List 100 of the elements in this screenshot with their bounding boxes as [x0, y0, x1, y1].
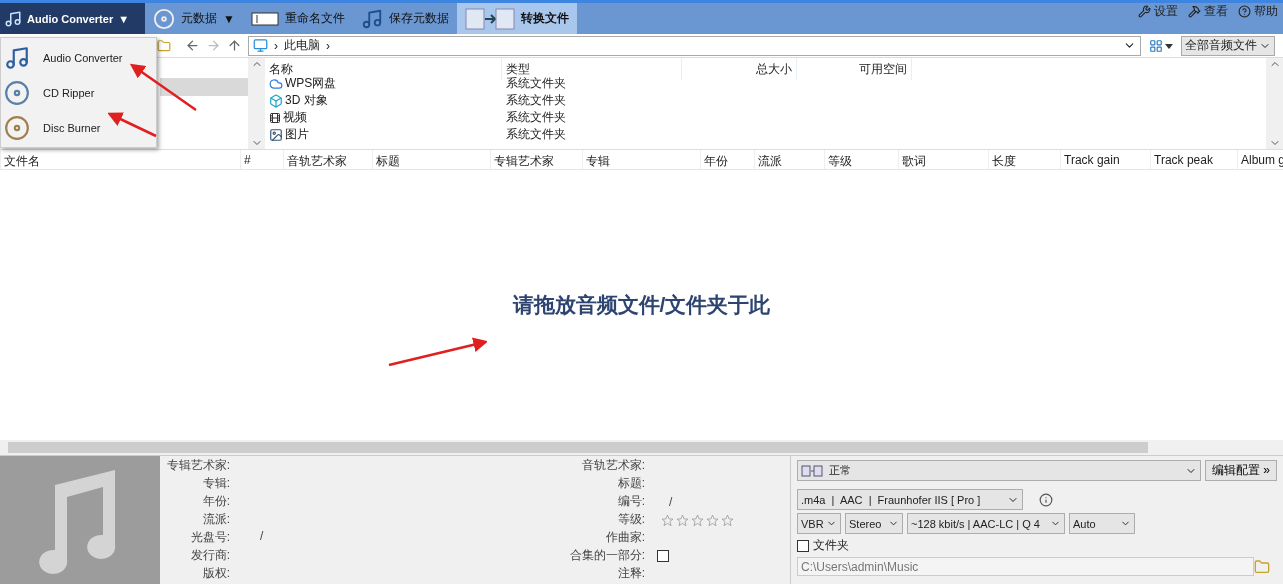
disc-icon: [153, 7, 175, 30]
tag-label: 光盘号:: [189, 529, 230, 546]
column-header[interactable]: 标题: [372, 150, 490, 169]
column-header[interactable]: Track gain: [1060, 150, 1150, 169]
option-select[interactable]: Stereo: [845, 513, 903, 534]
tag-label: 年份:: [201, 493, 230, 510]
path-field[interactable]: › 此电脑 ›: [248, 35, 1141, 56]
folder-icon[interactable]: [1254, 558, 1270, 575]
tree-selection[interactable]: [160, 78, 248, 96]
info-icon[interactable]: [1039, 492, 1053, 507]
toolbar-tab[interactable]: 元数据 ▼: [145, 3, 243, 34]
tools-icon: [1138, 4, 1151, 18]
disc-icon: [4, 79, 30, 106]
tag-label: 发行商:: [189, 547, 230, 564]
option-select[interactable]: ~128 kbit/s | AAC-LC | Q 4: [907, 513, 1065, 534]
star-icon[interactable]: [721, 513, 734, 527]
column-header[interactable]: 音轨艺术家: [283, 150, 372, 169]
star-icon[interactable]: [676, 513, 689, 527]
star-icon[interactable]: [706, 513, 719, 527]
column-header[interactable]: 长度: [988, 150, 1060, 169]
tag-value: /: [260, 529, 264, 543]
scrollbar[interactable]: [248, 58, 265, 149]
scrollbar[interactable]: [1266, 58, 1283, 149]
tag-label: 标题:: [616, 475, 645, 492]
drop-hint: 请拖放音频文件/文件夹于此: [512, 292, 771, 318]
folder-icon[interactable]: [157, 38, 171, 53]
header-link[interactable]: 设置: [1133, 3, 1183, 19]
filter-select[interactable]: 全部音频文件: [1181, 35, 1275, 56]
column-header[interactable]: 文件名: [0, 150, 240, 169]
preset-text: 正常: [829, 463, 851, 478]
path-separator: ›: [274, 38, 278, 53]
menu-item[interactable]: CD Ripper: [1, 75, 156, 110]
note-icon: [4, 44, 30, 71]
option-text: Auto: [1073, 517, 1096, 530]
disc-icon: [4, 114, 30, 141]
menu-item[interactable]: Audio Converter: [1, 40, 156, 75]
toolbar-tab[interactable]: 保存元数据: [352, 3, 457, 34]
cloud-icon: [269, 76, 283, 91]
column-header[interactable]: 等级: [824, 150, 898, 169]
column-header[interactable]: Track peak: [1150, 150, 1237, 169]
column-header[interactable]: 专辑艺术家: [490, 150, 582, 169]
column-header[interactable]: 流派: [754, 150, 824, 169]
path-separator: ›: [326, 38, 330, 53]
edit-preset-button[interactable]: 编辑配置 »: [1205, 460, 1277, 481]
caret-icon[interactable]: [1163, 41, 1175, 50]
tag-label: 注释:: [616, 565, 645, 582]
tag-label: 等级:: [616, 511, 645, 528]
tag-label: 合集的一部分:: [568, 547, 645, 564]
hammer-icon: [1188, 4, 1201, 18]
option-text: ~128 kbit/s | AAC-LC | Q 4: [911, 517, 1040, 530]
toolbar-tab[interactable]: 重命名文件: [242, 3, 353, 34]
format-select[interactable]: .m4a | AAC | Fraunhofer IIS [ Pro ]: [797, 489, 1023, 510]
file-type-cell-text: 系统文件夹: [505, 126, 567, 143]
tag-label: 专辑:: [201, 475, 230, 492]
column-header[interactable]: 歌词: [898, 150, 988, 169]
tag-label: 音轨艺术家:: [580, 457, 645, 474]
column-header[interactable]: 总大小: [682, 58, 797, 80]
preset-select[interactable]: 正常: [797, 460, 1201, 481]
option-text: Stereo: [849, 517, 882, 530]
note-icon: [4, 9, 22, 28]
option-select[interactable]: VBR: [797, 513, 841, 534]
column-header[interactable]: 年份: [700, 150, 754, 169]
header-link[interactable]: 帮助: [1233, 3, 1283, 19]
file-name: 视频: [283, 109, 307, 126]
file-name-cell[interactable]: 视频: [265, 109, 502, 126]
star-icon[interactable]: [691, 513, 704, 527]
option-select[interactable]: Auto: [1069, 513, 1135, 534]
note-save-icon: [360, 7, 383, 30]
scrollbar[interactable]: [0, 440, 1283, 455]
header-link[interactable]: 查看: [1183, 3, 1233, 19]
checkbox[interactable]: [797, 539, 809, 552]
tag-label: 专辑艺术家:: [165, 457, 230, 474]
film-icon: [269, 111, 281, 124]
column-header[interactable]: 可用空间: [797, 58, 912, 80]
text-field-icon: [250, 11, 279, 26]
column-header[interactable]: 专辑: [582, 150, 700, 169]
format-text: .m4a | AAC | Fraunhofer IIS [ Pro ]: [801, 493, 981, 506]
star-icon[interactable]: [661, 513, 674, 527]
toolbar-tab[interactable]: 转换文件: [456, 3, 577, 34]
computer-icon: [253, 38, 268, 53]
convert-icon: [464, 6, 515, 31]
checkbox[interactable]: [657, 550, 669, 562]
option-text: VBR: [801, 517, 824, 530]
file-name-cell[interactable]: 图片: [265, 126, 502, 143]
output-path-field[interactable]: C:\Users\admin\Music: [797, 557, 1254, 576]
checkbox-label: 文件夹: [813, 537, 849, 554]
back-icon[interactable]: [185, 38, 200, 53]
forward-icon[interactable]: [206, 38, 221, 53]
file-name-cell[interactable]: 3D 对象: [265, 92, 502, 109]
app-switcher[interactable]: Audio Converter ▼: [0, 3, 145, 34]
tag-label: 作曲家:: [604, 529, 645, 546]
menu-item[interactable]: Disc Burner: [1, 110, 156, 145]
up-icon[interactable]: [227, 38, 242, 53]
tag-value: /: [668, 495, 673, 509]
column-header[interactable]: #: [240, 150, 283, 169]
file-name: 3D 对象: [285, 92, 328, 109]
file-type-cell-text: 系统文件夹: [505, 92, 567, 109]
image-icon: [269, 127, 283, 142]
cube-icon: [269, 93, 283, 108]
file-type-cell-text: 系统文件夹: [505, 109, 567, 126]
